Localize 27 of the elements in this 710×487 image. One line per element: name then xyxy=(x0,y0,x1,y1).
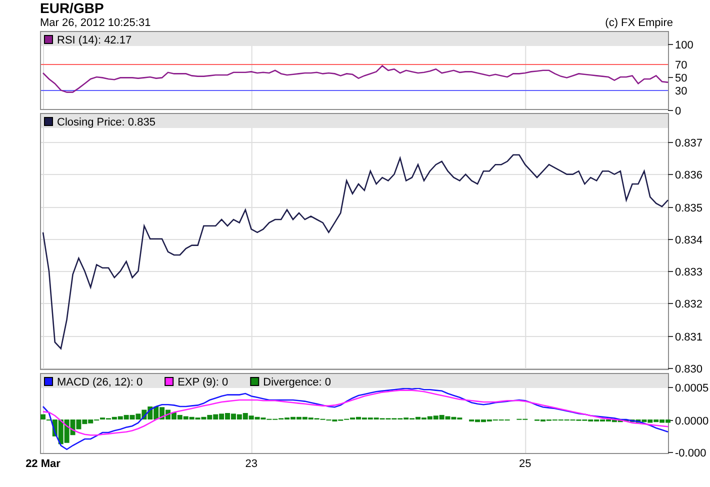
legend-label: MACD (26, 12): 0 xyxy=(57,376,143,388)
axis-label: -0.000 xyxy=(675,448,706,460)
axis-label: 0.836 xyxy=(675,170,703,182)
axis-label: 100 xyxy=(675,40,694,52)
legend-label: RSI (14): 42.17 xyxy=(57,34,132,46)
axis-label: 0.832 xyxy=(675,298,703,310)
timestamp: Mar 26, 2012 10:25:31 xyxy=(40,17,151,29)
axis-label: 22 Mar xyxy=(26,458,60,470)
axis-label: 0 xyxy=(675,106,682,118)
axis-label: 23 xyxy=(245,458,258,470)
axis-label: 0.837 xyxy=(675,138,703,150)
axis-label: 50 xyxy=(675,72,688,84)
axis-label: 0.0005 xyxy=(675,382,709,394)
axis-label: 0.835 xyxy=(675,202,703,214)
axis-label: 0.830 xyxy=(675,364,703,376)
legend-label: Closing Price: 0.835 xyxy=(57,116,156,128)
chart-title: EUR/GBP xyxy=(39,0,105,17)
axis-label: 0.834 xyxy=(675,234,703,246)
axis-label: 25 xyxy=(519,458,532,470)
axis-label: 30 xyxy=(675,86,688,98)
axis-label: 0.833 xyxy=(675,266,703,278)
axis-label: 70 xyxy=(675,60,688,72)
copyright-label: (c) FX Empire xyxy=(605,17,673,29)
legend-label: EXP (9): 0 xyxy=(178,376,228,388)
axis-label: 0.831 xyxy=(675,332,703,344)
legend-label: Divergence: 0 xyxy=(263,376,332,388)
axis-label: 0.0000 xyxy=(675,416,709,428)
